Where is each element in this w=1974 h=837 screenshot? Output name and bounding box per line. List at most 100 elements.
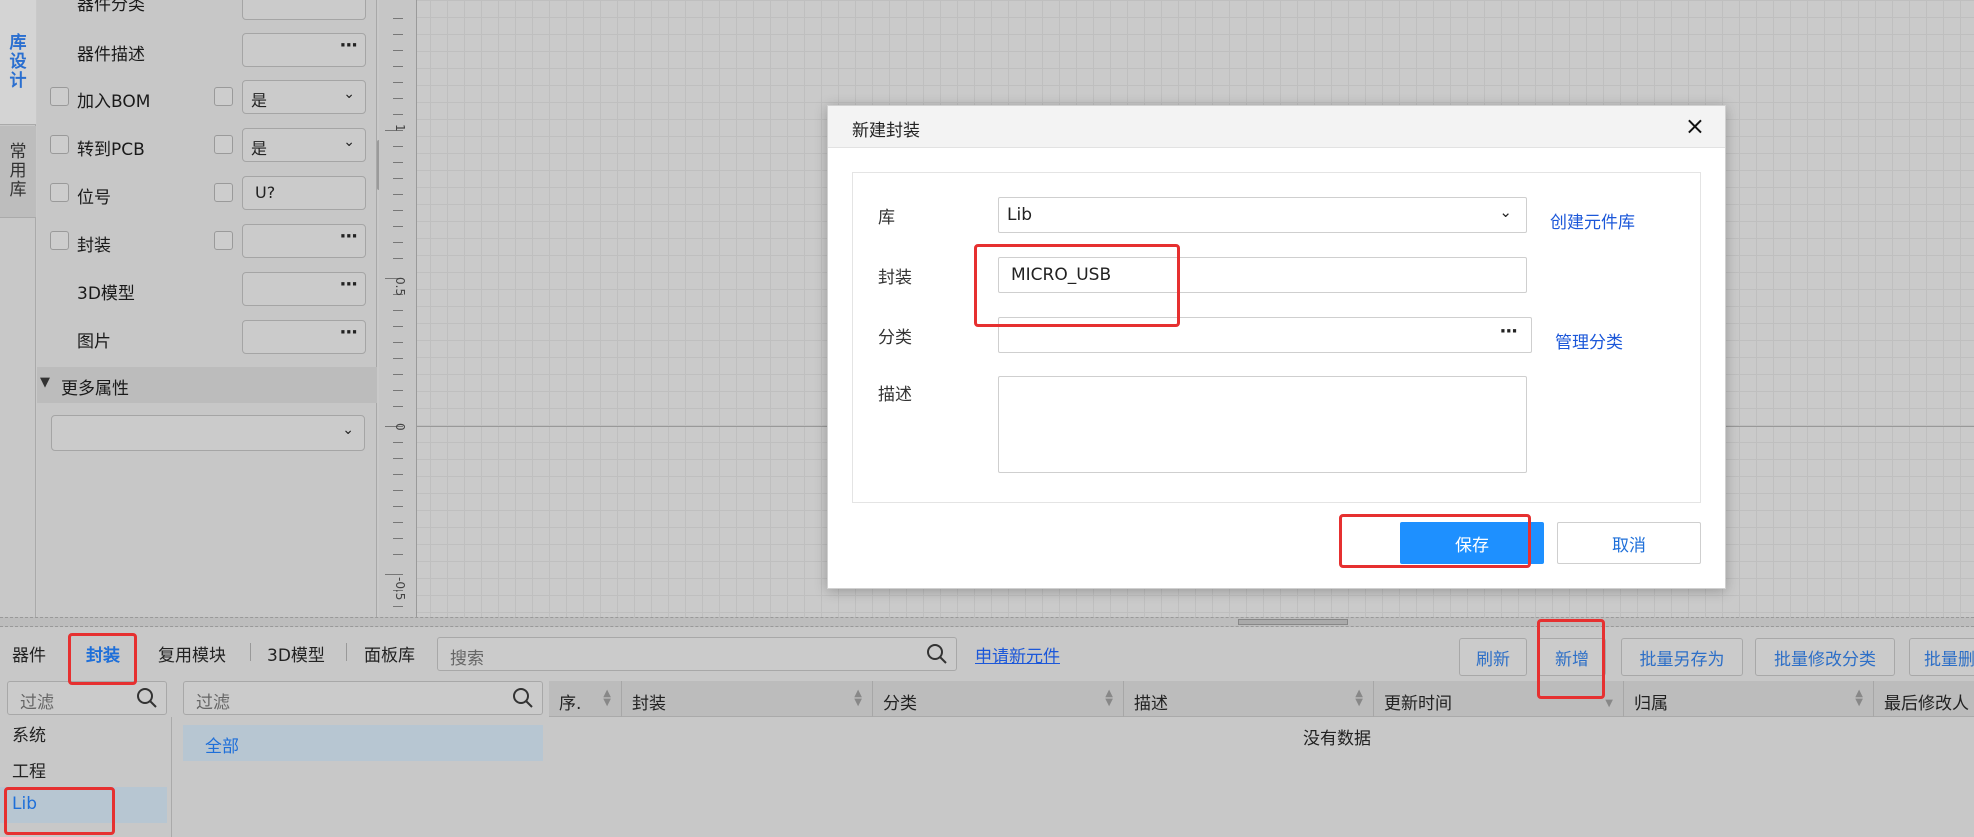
tab-common-library-char-3: 库 — [9, 180, 27, 200]
caret-down-icon: ▼ — [40, 375, 50, 390]
batch-save-as-button[interactable]: 批量另存为 — [1621, 638, 1743, 676]
search-icon[interactable] — [512, 687, 534, 709]
ruler-tick — [393, 226, 403, 227]
column-footprint[interactable]: 封装 ▲ ▼ — [622, 681, 873, 717]
column-update-time-label: 更新时间 — [1384, 694, 1452, 714]
prop-footprint-field[interactable]: ··· — [242, 224, 366, 258]
dialog-header: 新建封装 × — [828, 106, 1725, 148]
prop-label-bom: 加入BOM — [77, 92, 151, 112]
column-owner[interactable]: 归属 ▲ ▼ — [1624, 681, 1874, 717]
prop-pcb-value-checkbox[interactable] — [214, 135, 233, 154]
ruler-tick — [393, 258, 403, 259]
ruler-tick — [393, 374, 403, 375]
library-select-value: Lib — [1007, 205, 1032, 225]
batch-delete-button[interactable]: 批量删 — [1909, 638, 1974, 676]
search-input[interactable]: 搜索 — [437, 637, 957, 671]
create-library-link[interactable]: 创建元件库 — [1550, 208, 1635, 233]
refresh-button[interactable]: 刷新 — [1459, 638, 1527, 676]
prop-bom-select[interactable]: 是 ⌄ — [242, 80, 366, 114]
sort-icon: ▲ ▼ — [1355, 688, 1363, 708]
close-icon[interactable]: × — [1685, 112, 1705, 140]
tab-3d-models[interactable]: 3D模型 — [267, 641, 325, 666]
library-select[interactable]: Lib ⌄ — [998, 197, 1527, 233]
ruler-tick — [393, 210, 403, 211]
column-index[interactable]: 序. ▲ ▼ — [549, 681, 622, 717]
more-properties-header[interactable]: ▼ 更多属性 — [37, 367, 377, 403]
category-filter-input[interactable]: 过滤 — [183, 681, 543, 715]
prop-3d-model-field[interactable]: ··· — [242, 272, 366, 306]
cancel-button[interactable]: 取消 — [1557, 522, 1701, 564]
tab-library-design-char-2: 设 — [9, 51, 27, 72]
new-footprint-dialog: 新建封装 × 库 Lib ⌄ 创建元件库 封装 MICRO_USB 分类 ···… — [827, 105, 1726, 589]
column-category-label: 分类 — [883, 694, 917, 714]
ruler-tick — [393, 458, 403, 459]
column-owner-label: 归属 — [1634, 694, 1668, 714]
sort-icon: ▲ ▼ — [854, 688, 862, 708]
ruler-tick — [393, 82, 403, 83]
column-footprint-label: 封装 — [632, 694, 666, 714]
prop-bom-value-checkbox[interactable] — [214, 87, 233, 106]
prop-designator-value-checkbox[interactable] — [214, 183, 233, 202]
prop-row-footprint: 封装 ··· — [37, 224, 377, 264]
column-category[interactable]: 分类 ▲ ▼ — [873, 681, 1124, 717]
more-dots-icon[interactable]: ··· — [1499, 321, 1517, 342]
tab-common-library[interactable]: 常 用 库 — [0, 126, 36, 218]
highlight-footprint-tab — [68, 633, 137, 685]
tab-panel-library[interactable]: 面板库 — [364, 641, 415, 666]
highlight-add-button — [1537, 619, 1605, 699]
prop-designator-show-checkbox[interactable] — [50, 183, 69, 202]
prop-pcb-select[interactable]: 是 ⌄ — [242, 128, 366, 162]
table-header: 序. ▲ ▼ 封装 ▲ ▼ 分类 ▲ ▼ 描述 ▲ ▼ 更新时间 ▼ 归属 ▲ ▼ 最后修改人 — [549, 681, 1974, 717]
batch-modify-category-button[interactable]: 批量修改分类 — [1755, 638, 1895, 676]
tab-library-design-char-1: 库 — [9, 32, 27, 53]
prop-bom-show-checkbox[interactable] — [50, 87, 69, 106]
library-filter-placeholder: 过滤 — [20, 693, 54, 713]
manage-category-link[interactable]: 管理分类 — [1555, 328, 1623, 353]
library-item-project[interactable]: 工程 — [12, 757, 46, 782]
category-item-all[interactable]: 全部 — [183, 725, 543, 761]
prop-designator-input[interactable]: U? — [242, 176, 366, 210]
prop-label-description: 器件描述 — [77, 45, 145, 65]
prop-footprint-show-checkbox[interactable] — [50, 231, 69, 250]
prop-image-field[interactable]: ··· — [242, 320, 366, 354]
prop-row-designator: 位号 U? — [37, 176, 377, 216]
search-icon[interactable] — [926, 643, 948, 665]
dialog-form: 库 Lib ⌄ 创建元件库 封装 MICRO_USB 分类 ··· 管理分类 描… — [852, 172, 1701, 503]
prop-label-pcb: 转到PCB — [77, 140, 145, 160]
column-last-modifier[interactable]: 最后修改人 — [1874, 681, 1974, 717]
search-placeholder: 搜索 — [450, 649, 484, 669]
ruler-tick — [393, 390, 403, 391]
ruler-label: 0.5 — [393, 277, 407, 297]
tab-library-design[interactable]: 库 设 计 — [0, 0, 36, 125]
more-properties-select[interactable]: ⌄ — [51, 415, 365, 451]
apply-new-component-link[interactable]: 申请新元件 — [975, 642, 1060, 667]
search-icon[interactable] — [136, 687, 158, 709]
ruler-label: 1 — [393, 124, 407, 132]
tab-devices[interactable]: 器件 — [12, 641, 46, 666]
chevron-down-icon: ⌄ — [1499, 203, 1512, 221]
prop-row-image: 图片 ··· — [37, 320, 377, 360]
left-vertical-tabs: 库 设 计 常 用 库 — [0, 0, 36, 617]
horizontal-splitter[interactable] — [0, 617, 1974, 627]
tab-separator — [346, 643, 347, 661]
tab-library-design-char-3: 计 — [9, 70, 27, 91]
prop-description-field[interactable]: ··· — [242, 33, 366, 67]
prop-footprint-value-checkbox[interactable] — [214, 231, 233, 250]
library-item-system[interactable]: 系统 — [12, 721, 46, 746]
splitter-handle[interactable] — [1238, 619, 1348, 625]
column-description[interactable]: 描述 ▲ ▼ — [1124, 681, 1374, 717]
prop-label-footprint: 封装 — [77, 236, 111, 256]
prop-category-field[interactable]: ··· — [242, 0, 366, 20]
ruler-tick — [393, 146, 403, 147]
ruler-tick — [393, 490, 403, 491]
description-textarea[interactable] — [998, 376, 1527, 473]
ruler-tick — [393, 242, 403, 243]
prop-pcb-show-checkbox[interactable] — [50, 135, 69, 154]
ruler-tick — [393, 114, 403, 115]
column-description-label: 描述 — [1134, 694, 1168, 714]
property-panel: 器件分类 ··· 器件描述 ··· 加入BOM 是⌄ 转到PCB 是⌄ 位号 U… — [37, 0, 377, 617]
ruler-tick — [393, 342, 403, 343]
tab-reuse-blocks[interactable]: 复用模块 — [158, 641, 226, 666]
library-filter-input[interactable]: 过滤 — [7, 681, 167, 715]
ruler-tick — [393, 162, 403, 163]
